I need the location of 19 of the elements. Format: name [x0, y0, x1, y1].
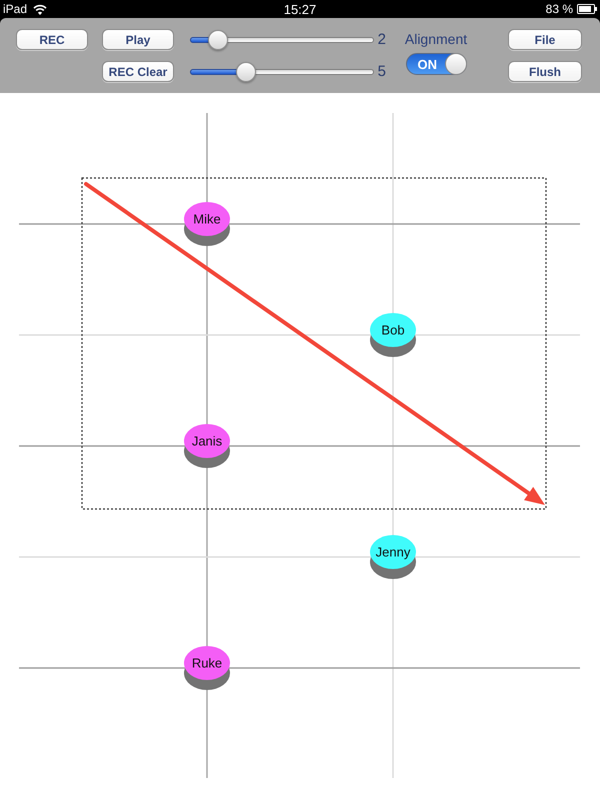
slider-thumb[interactable]: [236, 62, 256, 82]
device-name: iPad: [3, 2, 28, 16]
wifi-icon: [33, 4, 48, 14]
alignment-label: Alignment: [404, 30, 468, 49]
slider-track[interactable]: [190, 30, 374, 50]
toolbar-button[interactable]: REC Clear: [102, 61, 174, 82]
clock-time: 15:27: [284, 2, 316, 16]
switch-knob: [444, 53, 466, 75]
slider-track[interactable]: [190, 62, 374, 82]
toolbar-button[interactable]: REC: [16, 29, 88, 50]
slider-thumb[interactable]: [208, 30, 228, 50]
toolbar-button[interactable]: Play: [102, 29, 174, 50]
battery-percentage: 83 %: [546, 2, 573, 16]
toolbar-button[interactable]: File: [508, 29, 582, 50]
battery-icon: [577, 4, 597, 14]
toggle-switch[interactable]: ON: [406, 53, 466, 75]
slider-value: 2: [378, 31, 386, 48]
slider-value: 5: [378, 63, 386, 80]
toolbar-button[interactable]: Flush: [508, 61, 582, 82]
